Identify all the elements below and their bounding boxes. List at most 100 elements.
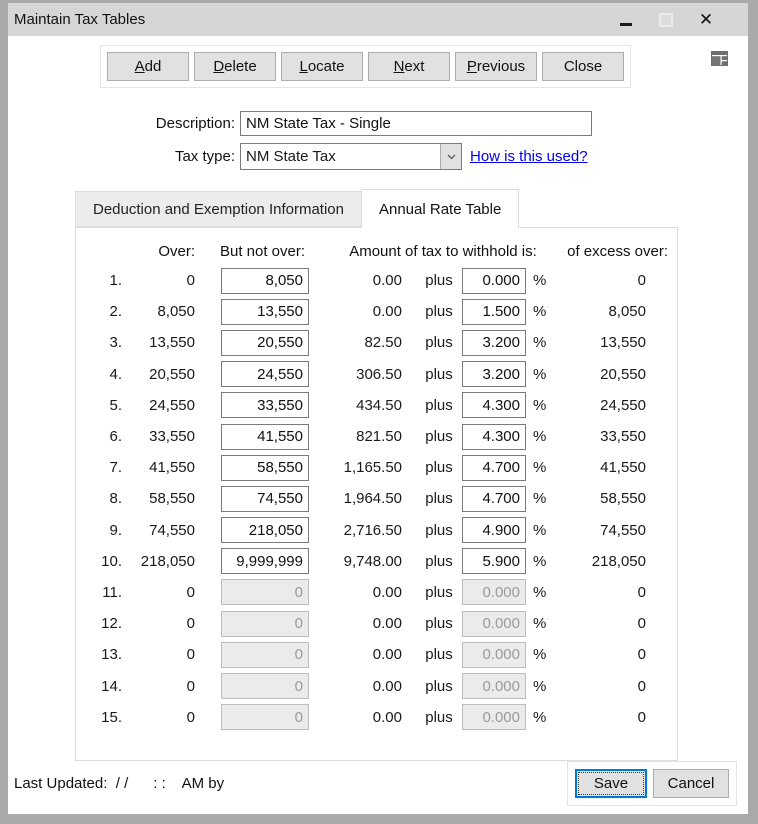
percent-sign: % xyxy=(533,583,547,601)
row-number: 8. xyxy=(109,490,122,508)
rate-percent-input xyxy=(462,641,526,668)
rate-percent-input xyxy=(462,704,526,731)
rate-table-row: 9. 74,550 2,716.50 plus % 74,550 xyxy=(82,515,677,546)
action-button-group: Save Cancel xyxy=(567,761,737,806)
footer: Last Updated: / / : : AM by Save Cancel xyxy=(8,761,748,814)
over-value: 0 xyxy=(186,646,195,664)
amount-of-tax-value: 0.00 xyxy=(372,272,402,290)
rate-percent-input[interactable] xyxy=(462,454,526,481)
of-excess-over-value: 0 xyxy=(637,615,646,633)
toolbar-button-close[interactable]: Close xyxy=(542,52,624,81)
titlebar[interactable]: Maintain Tax Tables ✕ xyxy=(8,3,748,36)
rate-percent-input[interactable] xyxy=(462,423,526,450)
but-not-over-input[interactable] xyxy=(221,361,309,388)
save-button[interactable]: Save xyxy=(575,769,647,798)
row-number: 11. xyxy=(102,583,122,601)
rate-percent-input[interactable] xyxy=(462,485,526,512)
over-value: 0 xyxy=(186,708,195,726)
percent-sign: % xyxy=(533,459,547,477)
toolbar-button-delete[interactable]: Delete xyxy=(194,52,276,81)
toolbar-button-previous[interactable]: Previous xyxy=(455,52,537,81)
but-not-over-input[interactable] xyxy=(221,423,309,450)
close-button[interactable]: ✕ xyxy=(686,5,726,35)
rate-table-row: 5. 24,550 434.50 plus % 24,550 xyxy=(82,390,677,421)
percent-sign: % xyxy=(533,303,547,321)
of-excess-over-value: 0 xyxy=(637,708,646,726)
row-number: 2. xyxy=(109,303,122,321)
rate-percent-input[interactable] xyxy=(462,361,526,388)
toolbar-button-next[interactable]: Next xyxy=(368,52,450,81)
rate-table-row: 3. 13,550 82.50 plus % 13,550 xyxy=(82,327,677,358)
but-not-over-input[interactable] xyxy=(221,517,309,544)
window-layout-icon[interactable] xyxy=(711,51,728,66)
tax-type-row: Tax type: NM State Tax How is this used? xyxy=(8,143,748,170)
percent-sign: % xyxy=(533,428,547,446)
but-not-over-input xyxy=(221,673,309,700)
rate-rows: 1. 0 0.00 plus % 0 2. 8,050 0.00 plus % … xyxy=(82,265,677,733)
over-value: 0 xyxy=(186,272,195,290)
but-not-over-input[interactable] xyxy=(221,548,309,575)
maximize-button xyxy=(646,5,686,35)
but-not-over-input xyxy=(221,704,309,731)
toolbar-button-add[interactable]: Add xyxy=(107,52,189,81)
but-not-over-input[interactable] xyxy=(221,454,309,481)
percent-sign: % xyxy=(533,334,547,352)
rate-percent-input[interactable] xyxy=(462,548,526,575)
but-not-over-input[interactable] xyxy=(221,485,309,512)
of-excess-over-value: 24,550 xyxy=(600,396,646,414)
how-is-this-used-link[interactable]: How is this used? xyxy=(470,148,588,165)
rate-table-row: 8. 58,550 1,964.50 plus % 58,550 xyxy=(82,483,677,514)
of-excess-over-value: 218,050 xyxy=(591,552,646,570)
chevron-down-icon[interactable] xyxy=(440,144,461,169)
description-label: Description: xyxy=(155,115,235,132)
plus-label: plus xyxy=(425,646,453,664)
header-but-not-over: But not over: xyxy=(219,243,306,260)
of-excess-over-value: 0 xyxy=(637,677,646,695)
rate-percent-input[interactable] xyxy=(462,392,526,419)
over-value: 58,550 xyxy=(149,490,195,508)
rate-percent-input[interactable] xyxy=(462,517,526,544)
amount-of-tax-value: 82.50 xyxy=(364,334,402,352)
rate-table-header: Over: But not over: Amount of tax to wit… xyxy=(82,238,677,265)
percent-sign: % xyxy=(533,552,547,570)
toolbar-button-locate[interactable]: Locate xyxy=(281,52,363,81)
plus-label: plus xyxy=(425,521,453,539)
annual-rate-table-panel: Over: But not over: Amount of tax to wit… xyxy=(75,227,678,761)
minimize-button[interactable] xyxy=(606,5,646,35)
over-value: 20,550 xyxy=(149,365,195,383)
percent-sign: % xyxy=(533,272,547,290)
amount-of-tax-value: 434.50 xyxy=(356,396,402,414)
amount-of-tax-value: 0.00 xyxy=(372,615,402,633)
percent-sign: % xyxy=(533,365,547,383)
tax-type-select[interactable]: NM State Tax xyxy=(240,143,462,170)
rate-percent-input[interactable] xyxy=(462,298,526,325)
plus-label: plus xyxy=(425,708,453,726)
description-row: Description: xyxy=(8,111,748,136)
but-not-over-input[interactable] xyxy=(221,298,309,325)
tab-annual-rate-table[interactable]: Annual Rate Table xyxy=(360,189,520,228)
tax-type-label: Tax type: xyxy=(174,148,235,165)
but-not-over-input[interactable] xyxy=(221,267,309,294)
over-value: 0 xyxy=(186,677,195,695)
but-not-over-input[interactable] xyxy=(221,392,309,419)
percent-sign: % xyxy=(533,677,547,695)
rate-table-row: 12. 0 0.00 plus % 0 xyxy=(82,608,677,639)
plus-label: plus xyxy=(425,615,453,633)
amount-of-tax-value: 1,165.50 xyxy=(343,459,402,477)
tab-deduction-and-exemption-information[interactable]: Deduction and Exemption Information xyxy=(75,191,362,227)
toolbar-button-group: Add Delete Locate Next Previous Close xyxy=(100,45,631,88)
last-updated-text: Last Updated: / / : : AM by xyxy=(14,775,225,792)
rate-percent-input[interactable] xyxy=(462,329,526,356)
description-input[interactable] xyxy=(240,111,592,136)
of-excess-over-value: 41,550 xyxy=(600,459,646,477)
but-not-over-input xyxy=(221,641,309,668)
over-value: 0 xyxy=(186,583,195,601)
but-not-over-input[interactable] xyxy=(221,329,309,356)
cancel-button[interactable]: Cancel xyxy=(653,769,729,798)
header-of-excess-over: of excess over: xyxy=(567,243,668,260)
row-number: 5. xyxy=(109,396,122,414)
over-value: 24,550 xyxy=(149,396,195,414)
rate-percent-input[interactable] xyxy=(462,267,526,294)
of-excess-over-value: 58,550 xyxy=(600,490,646,508)
percent-sign: % xyxy=(533,521,547,539)
